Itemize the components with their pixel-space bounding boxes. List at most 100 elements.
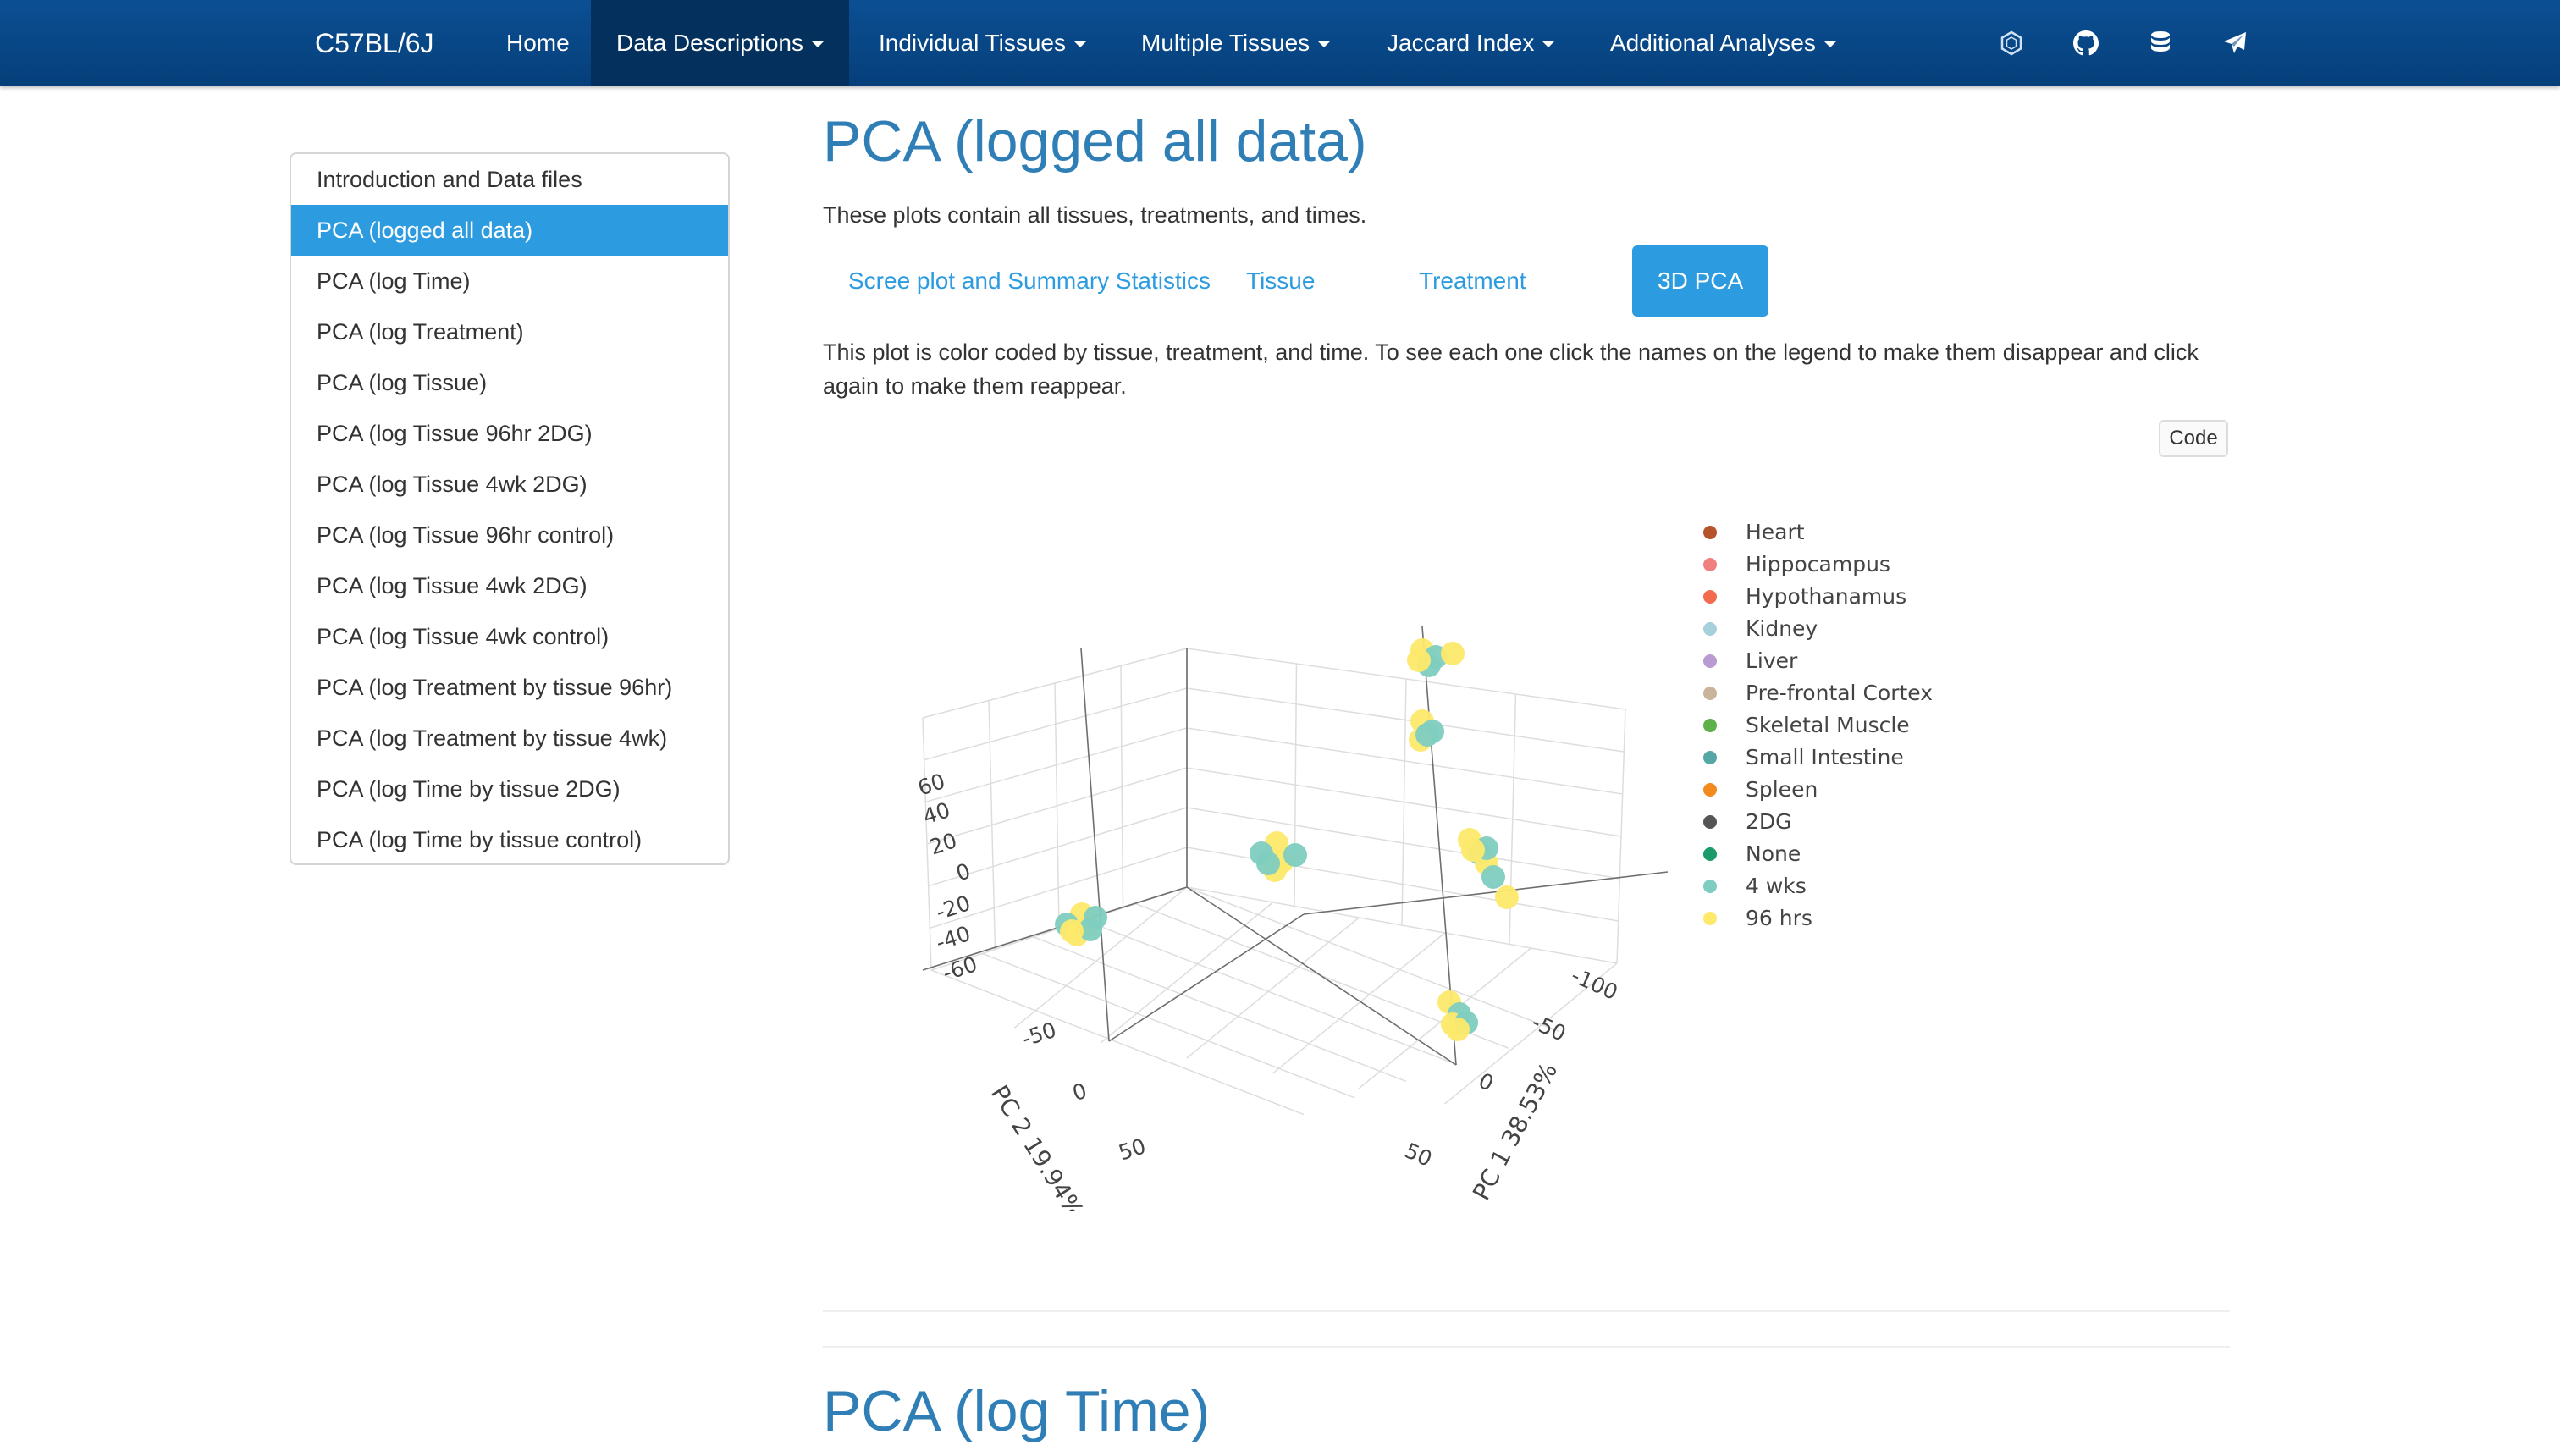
toc-item-pca-log-tissue[interactable]: PCA (log Tissue): [291, 357, 728, 408]
legend-marker: [1703, 622, 1717, 636]
toc-item-pca-log-treatment[interactable]: PCA (log Treatment): [291, 306, 728, 357]
legend-marker: [1703, 783, 1717, 797]
y-tick-label: 50: [1116, 1133, 1149, 1165]
legend-item-pre-frontal-cortex[interactable]: Pre-frontal Cortex: [1693, 677, 2015, 709]
legend-marker: [1703, 526, 1717, 539]
nav-data-descriptions[interactable]: Data Descriptions: [591, 0, 849, 86]
data-point: [1407, 648, 1431, 672]
legend-marker: [1703, 719, 1717, 732]
toc-item-pca-log-treatment-4wk[interactable]: PCA (log Treatment by tissue 4wk): [291, 713, 728, 764]
gridline: [924, 687, 1625, 761]
data-point: [1256, 852, 1280, 875]
legend-marker: [1703, 687, 1717, 700]
toc-item-pca-log-time[interactable]: PCA (log Time): [291, 256, 728, 306]
section-intro: These plots contain all tissues, treatme…: [823, 202, 1367, 228]
toc-item-pca-log-tissue-96hr-2dg[interactable]: PCA (log Tissue 96hr 2DG): [291, 408, 728, 459]
toc-item-pca-log-tissue-4wk-control[interactable]: PCA (log Tissue 4wk control): [291, 611, 728, 662]
legend-label: Kidney: [1746, 616, 1818, 641]
legend-marker: [1703, 880, 1717, 893]
legend-label: Pre-frontal Cortex: [1746, 681, 1934, 705]
z-tick-label: 40: [920, 797, 953, 829]
pca-3d-svg[interactable]: 6040200-20-40-60-50050-100-50050PC 2 19.…: [914, 499, 1710, 1223]
plot-legend: Heart Hippocampus Hypothanamus Kidney Liver P…: [1693, 516, 2015, 935]
paper-plane-icon[interactable]: [2218, 26, 2252, 60]
gridline: [925, 727, 1623, 803]
tab-treatment[interactable]: Treatment: [1393, 245, 1552, 317]
hexagon-logo-icon[interactable]: [1994, 26, 2028, 60]
data-point: [1415, 723, 1439, 747]
legend-marker: [1703, 590, 1717, 604]
nav-additional-analyses[interactable]: Additional Analyses: [1585, 0, 1862, 86]
nav-jaccard-index[interactable]: Jaccard Index: [1361, 0, 1580, 86]
code-button[interactable]: Code: [2159, 420, 2228, 457]
caret-down-icon: [1074, 41, 1087, 48]
nav-individual-tissues[interactable]: Individual Tissues: [853, 0, 1112, 86]
nav-multiple-tissues[interactable]: Multiple Tissues: [1116, 0, 1355, 86]
plot-description: This plot is color coded by tissue, trea…: [823, 339, 2199, 399]
legend-marker: [1703, 815, 1717, 829]
legend-item-liver[interactable]: Liver: [1693, 645, 2015, 677]
gridline: [930, 969, 1305, 1116]
axis-line: [1080, 648, 1110, 1042]
toc-item-pca-log-time-control[interactable]: PCA (log Time by tissue control): [291, 814, 728, 863]
tab-3d-pca[interactable]: 3D PCA: [1632, 245, 1769, 317]
legend-label: 96 hrs: [1746, 906, 1812, 930]
nav-individual-tissues-label: Individual Tissues: [879, 30, 1067, 56]
legend-item-small-intestine[interactable]: Small Intestine: [1693, 742, 2015, 774]
legend-label: 4 wks: [1746, 874, 1807, 898]
toc-item-pca-log-tissue-4wk-2dg-b[interactable]: PCA (log Tissue 4wk 2DG): [291, 560, 728, 611]
legend-item-none[interactable]: None: [1693, 838, 2015, 870]
brand-link[interactable]: C57BL/6J: [315, 0, 434, 86]
next-section-title: PCA (log Time): [823, 1379, 1211, 1443]
legend-item-hypothanamus[interactable]: Hypothanamus: [1693, 581, 2015, 613]
legend-marker: [1703, 912, 1717, 925]
toc-item-pca-log-treatment-96hr[interactable]: PCA (log Treatment by tissue 96hr): [291, 662, 728, 713]
gridline: [922, 648, 1626, 719]
z-tick-label: -60: [940, 951, 980, 985]
x-tick-label: -100: [1568, 962, 1622, 1005]
legend-item-2dg[interactable]: 2DG: [1693, 806, 2015, 838]
tab-scree-plot[interactable]: Scree plot and Summary Statistics: [823, 245, 1236, 317]
pca-3d-plot[interactable]: 60 40 20 0 -20 -40 -60 -50 0 50 -100 -50 0 50 PC 2 19.…: [914, 499, 1710, 1223]
legend-label: Liver: [1746, 648, 1798, 673]
legend-label: Heart: [1746, 520, 1805, 544]
legend-item-heart[interactable]: Heart: [1693, 516, 2015, 549]
x-tick-label: 0: [1475, 1068, 1497, 1096]
y-tick-label: -50: [1018, 1018, 1059, 1051]
legend-item-96-hrs[interactable]: 96 hrs: [1693, 902, 2015, 935]
legend-item-hippocampus[interactable]: Hippocampus: [1693, 549, 2015, 581]
data-point: [1495, 885, 1519, 909]
legend-label: 2DG: [1746, 809, 1792, 834]
nav-home[interactable]: Home: [481, 0, 595, 86]
z-tick-label: 20: [927, 828, 960, 859]
toc-item-pca-log-time-2dg[interactable]: PCA (log Time by tissue 2DG): [291, 764, 728, 814]
github-icon[interactable]: [2069, 26, 2103, 60]
x-tick-label: 50: [1401, 1139, 1436, 1172]
legend-label: Hypothanamus: [1746, 584, 1907, 609]
legend-marker: [1703, 847, 1717, 861]
toc-item-introduction[interactable]: Introduction and Data files: [291, 154, 728, 205]
toc-item-pca-log-tissue-4wk-2dg[interactable]: PCA (log Tissue 4wk 2DG): [291, 459, 728, 510]
legend-label: Hippocampus: [1746, 552, 1890, 576]
z-tick-label: -40: [933, 921, 974, 955]
caret-down-icon: [1542, 41, 1555, 48]
caret-down-icon: [811, 41, 824, 48]
divider: [823, 1310, 2230, 1312]
legend-label: Spleen: [1746, 777, 1818, 802]
legend-marker: [1703, 654, 1717, 668]
legend-marker: [1703, 558, 1717, 571]
data-point: [1441, 642, 1465, 665]
legend-label: None: [1746, 841, 1801, 866]
legend-item-skeletal-muscle[interactable]: Skeletal Muscle: [1693, 709, 2015, 742]
toc-item-pca-logged-all-data[interactable]: PCA (logged all data): [291, 205, 728, 256]
legend-item-spleen[interactable]: Spleen: [1693, 774, 2015, 806]
legend-item-kidney[interactable]: Kidney: [1693, 613, 2015, 645]
legend-marker: [1703, 751, 1717, 764]
data-point: [1461, 838, 1485, 862]
database-icon[interactable]: [2143, 26, 2177, 60]
legend-item-4-wks[interactable]: 4 wks: [1693, 870, 2015, 902]
toc-item-pca-log-tissue-96hr-control[interactable]: PCA (log Tissue 96hr control): [291, 510, 728, 560]
tab-tissue[interactable]: Tissue: [1221, 245, 1340, 317]
data-point: [1446, 1018, 1470, 1041]
y-tick-label: 0: [1069, 1078, 1090, 1106]
